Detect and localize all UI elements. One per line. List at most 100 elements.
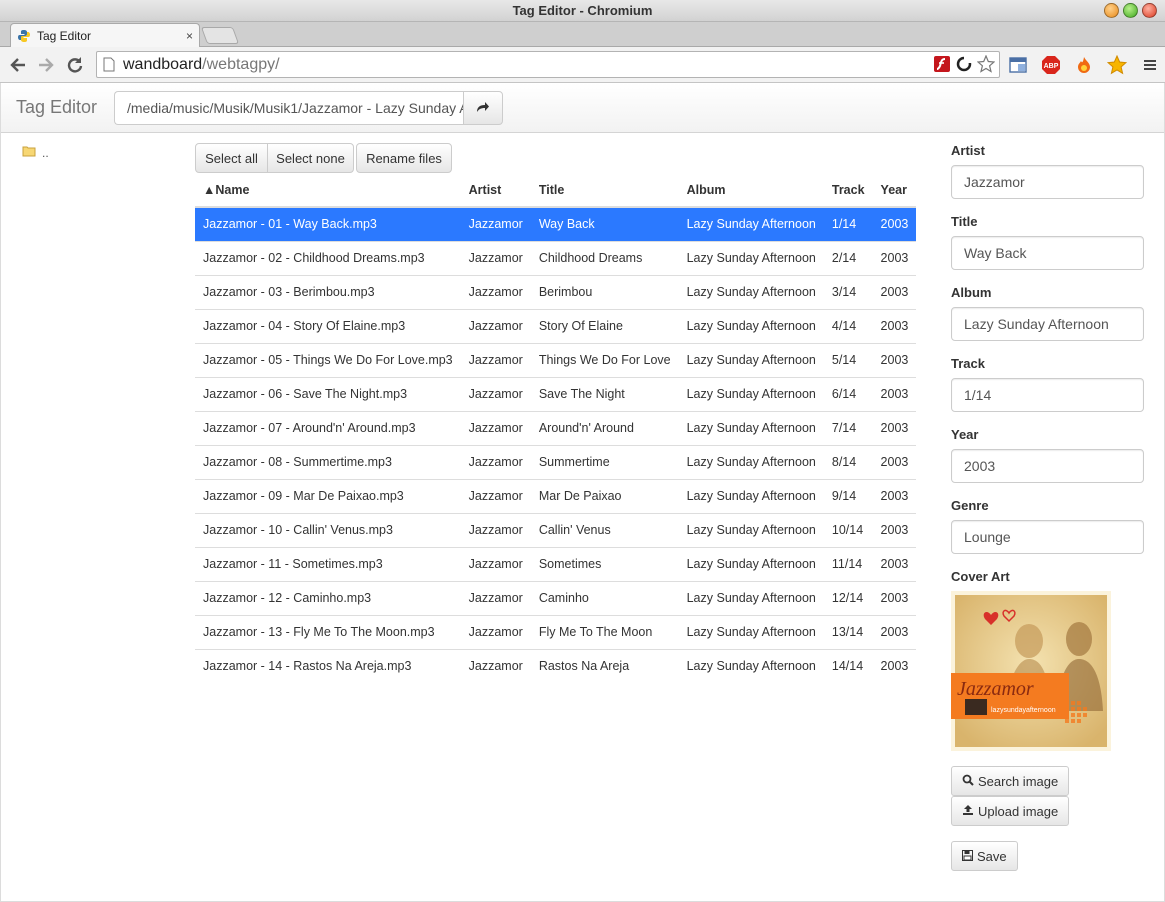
cover-art-image: Jazzamor lazysundayafternoon xyxy=(951,591,1111,751)
go-button[interactable] xyxy=(463,91,503,125)
forward-arrow-icon[interactable] xyxy=(36,55,56,75)
page-icon xyxy=(103,57,115,72)
track-label: Track xyxy=(951,356,985,371)
cover-art-label: Cover Art xyxy=(951,569,1010,584)
table-row[interactable]: Jazzamor - 03 - Berimbou.mp3 Jazzamor Beri… xyxy=(195,274,917,309)
cell-title: Caminho xyxy=(530,580,679,615)
cell-album: Lazy Sunday Afternoon xyxy=(678,580,824,615)
path-input[interactable]: /media/music/Musik/Musik1/Jazzamor - Laz… xyxy=(114,91,464,125)
column-header-title[interactable]: Title xyxy=(530,173,679,208)
table-row[interactable]: Jazzamor - 02 - Childhood Dreams.mp3 Jazz… xyxy=(195,240,917,275)
album-field[interactable]: Lazy Sunday Afternoon xyxy=(951,307,1144,341)
table-row[interactable]: Jazzamor - 13 - Fly Me To The Moon.mp3 Ja… xyxy=(195,614,917,649)
address-bar[interactable]: wandboard/webtagpy/ xyxy=(96,51,1000,78)
cell-artist: Jazzamor xyxy=(460,546,531,581)
table-row[interactable]: Jazzamor - 06 - Save The Night.mp3 Jazzam… xyxy=(195,376,917,411)
column-header-name[interactable]: ▲Name xyxy=(195,173,461,208)
cell-year: 2003 xyxy=(872,206,917,241)
back-arrow-icon[interactable] xyxy=(8,55,28,75)
rename-files-button[interactable]: Rename files xyxy=(356,143,452,173)
cell-album: Lazy Sunday Afternoon xyxy=(678,308,824,343)
cell-name: Jazzamor - 08 - Summertime.mp3 xyxy=(195,444,461,479)
app-brand[interactable]: Tag Editor xyxy=(16,97,97,118)
cell-album: Lazy Sunday Afternoon xyxy=(678,376,824,411)
column-header-track[interactable]: Track xyxy=(823,173,873,208)
genre-field[interactable]: Lounge xyxy=(951,520,1144,554)
cell-name: Jazzamor - 05 - Things We Do For Love.mp… xyxy=(195,342,461,377)
cell-artist: Jazzamor xyxy=(460,308,531,343)
select-all-button[interactable]: Select all xyxy=(195,143,268,173)
cell-album: Lazy Sunday Afternoon xyxy=(678,342,824,377)
parent-folder-label: .. xyxy=(42,145,49,160)
cell-track: 7/14 xyxy=(823,410,873,445)
tab-strip: Tag Editor × xyxy=(0,22,1165,47)
cell-title: Mar De Paixao xyxy=(530,478,679,513)
album-label: Album xyxy=(951,285,992,300)
upload-image-button[interactable]: Upload image xyxy=(951,796,1070,826)
cell-year: 2003 xyxy=(872,444,917,479)
artist-field[interactable]: Jazzamor xyxy=(951,165,1144,199)
search-image-button[interactable]: Search image xyxy=(951,766,1070,796)
maximize-button[interactable] xyxy=(1123,3,1138,18)
flash-icon[interactable] xyxy=(933,55,951,76)
table-row[interactable]: Jazzamor - 04 - Story Of Elaine.mp3 Jazza… xyxy=(195,308,917,343)
save-button[interactable]: Save xyxy=(951,841,1018,871)
cell-year: 2003 xyxy=(872,240,917,275)
cell-album: Lazy Sunday Afternoon xyxy=(678,240,824,275)
upload-image-label: Upload image xyxy=(978,803,1059,819)
column-header-album[interactable]: Album xyxy=(678,173,824,208)
title-label: Title xyxy=(951,214,978,229)
reload-icon[interactable] xyxy=(65,55,85,75)
cell-artist: Jazzamor xyxy=(460,512,531,547)
table-row[interactable]: Jazzamor - 11 - Sometimes.mp3 Jazzamor Som… xyxy=(195,546,917,581)
cell-track: 3/14 xyxy=(823,274,873,309)
window-extension-icon[interactable] xyxy=(1008,55,1028,75)
omnibox-icons xyxy=(933,54,996,76)
close-window-button[interactable] xyxy=(1142,3,1157,18)
cell-track: 9/14 xyxy=(823,478,873,513)
url-host: wandboard xyxy=(123,55,203,73)
minimize-button[interactable] xyxy=(1104,3,1119,18)
table-row[interactable]: Jazzamor - 08 - Summertime.mp3 Jazzamor Su… xyxy=(195,444,917,479)
title-field[interactable]: Way Back xyxy=(951,236,1144,270)
parent-folder-item[interactable]: .. xyxy=(22,145,49,160)
fire-extension-icon[interactable] xyxy=(1074,55,1094,75)
folder-icon xyxy=(22,145,36,160)
browser-tab[interactable]: Tag Editor × xyxy=(10,23,200,47)
favorites-star-icon[interactable] xyxy=(1107,55,1127,75)
table-row[interactable]: Jazzamor - 07 - Around'n' Around.mp3 Jazz… xyxy=(195,410,917,445)
table-row[interactable]: Jazzamor - 09 - Mar De Paixao.mp3 Jazzamo… xyxy=(195,478,917,513)
cell-title: Summertime xyxy=(530,444,679,479)
cell-album: Lazy Sunday Afternoon xyxy=(678,444,824,479)
svg-text:ABP: ABP xyxy=(1044,63,1059,70)
cell-name: Jazzamor - 09 - Mar De Paixao.mp3 xyxy=(195,478,461,513)
table-row[interactable]: Jazzamor - 14 - Rastos Na Areja.mp3 Jazza… xyxy=(195,648,917,683)
year-field[interactable]: 2003 xyxy=(951,449,1144,483)
table-row[interactable]: Jazzamor - 10 - Callin' Venus.mp3 Jazzamo… xyxy=(195,512,917,547)
app-navbar: Tag Editor /media/music/Musik/Musik1/Jaz… xyxy=(1,83,1164,133)
cell-year: 2003 xyxy=(872,376,917,411)
select-none-button[interactable]: Select none xyxy=(267,143,354,173)
table-row[interactable]: Jazzamor - 01 - Way Back.mp3 Jazzamor Way … xyxy=(195,206,917,241)
column-header-year[interactable]: Year xyxy=(872,173,917,208)
share-arrow-icon xyxy=(476,100,490,117)
new-tab-button[interactable] xyxy=(200,27,240,44)
table-row[interactable]: Jazzamor - 12 - Caminho.mp3 Jazzamor Camin… xyxy=(195,580,917,615)
cell-artist: Jazzamor xyxy=(460,342,531,377)
cell-name: Jazzamor - 06 - Save The Night.mp3 xyxy=(195,376,461,411)
cycle-icon[interactable] xyxy=(955,55,973,76)
column-header-artist[interactable]: Artist xyxy=(460,173,531,208)
tab-close-icon[interactable]: × xyxy=(186,29,193,43)
save-label: Save xyxy=(977,848,1007,864)
cell-name: Jazzamor - 01 - Way Back.mp3 xyxy=(195,206,461,241)
bookmark-star-icon[interactable] xyxy=(976,54,996,76)
window-title: Tag Editor - Chromium xyxy=(512,3,653,18)
table-row[interactable]: Jazzamor - 05 - Things We Do For Love.mp… xyxy=(195,342,917,377)
url-path: /webtagpy/ xyxy=(202,55,280,73)
cell-title: Sometimes xyxy=(530,546,679,581)
cell-track: 2/14 xyxy=(823,240,873,275)
adblock-plus-icon[interactable]: ABP xyxy=(1041,55,1061,75)
menu-icon[interactable] xyxy=(1140,55,1160,75)
cell-artist: Jazzamor xyxy=(460,376,531,411)
track-field[interactable]: 1/14 xyxy=(951,378,1144,412)
